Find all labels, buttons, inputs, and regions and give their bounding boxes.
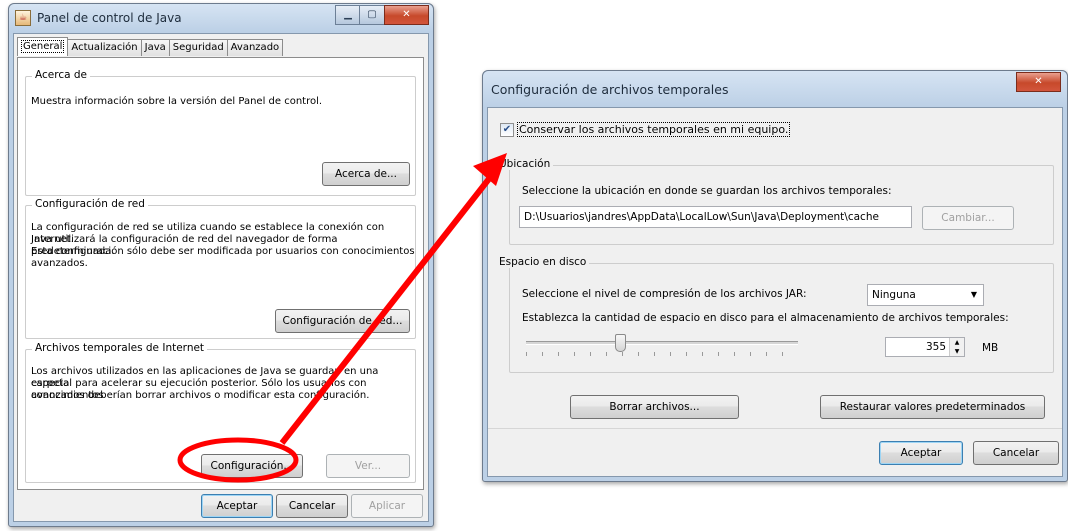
- java-icon: ☕: [15, 10, 31, 26]
- compression-value: Ninguna: [872, 289, 916, 301]
- tab-advanced[interactable]: Avanzado: [226, 39, 284, 56]
- location-label: Ubicación: [496, 158, 554, 170]
- disk-space-label: Espacio en disco: [496, 256, 590, 268]
- minimize-button[interactable]: ▁: [335, 5, 361, 25]
- ok-button[interactable]: Aceptar: [201, 494, 273, 518]
- cache-path-field[interactable]: D:\Usuarios\jandres\AppData\LocalLow\Sun…: [519, 206, 912, 228]
- tab-security[interactable]: Seguridad: [168, 39, 228, 56]
- settings-client: ✔ Conservar los archivos temporales en m…: [487, 107, 1063, 477]
- maximize-button[interactable]: ▢: [359, 5, 385, 25]
- location-description: Seleccione la ubicación en donde se guar…: [522, 185, 892, 197]
- tab-general[interactable]: General: [17, 37, 69, 56]
- network-settings-button[interactable]: Configuración de red...: [275, 309, 410, 333]
- keep-files-checkbox[interactable]: ✔: [500, 123, 514, 137]
- settings-close-button[interactable]: ✕: [1016, 72, 1061, 92]
- about-button[interactable]: Acerca de...: [322, 162, 410, 186]
- disk-space-group: Espacio en disco Seleccione el nivel de …: [496, 256, 1054, 373]
- compression-select[interactable]: Ninguna ▼: [867, 284, 984, 306]
- cancel-button[interactable]: Cancelar: [276, 494, 348, 518]
- compression-description: Seleccione el nivel de compresión de los…: [522, 288, 807, 300]
- about-group: Acerca de Muestra información sobre la v…: [25, 69, 416, 196]
- java-control-panel-window: ☕ Panel de control de Java ▁ ▢ ✕ General…: [8, 3, 434, 527]
- network-group: Configuración de red La configuración de…: [25, 198, 416, 339]
- spinner-down-icon[interactable]: ▼: [949, 347, 964, 356]
- about-group-label: Acerca de: [32, 69, 90, 81]
- close-button[interactable]: ✕: [384, 5, 429, 25]
- delete-files-button[interactable]: Borrar archivos...: [570, 395, 739, 419]
- view-button[interactable]: Ver...: [326, 454, 410, 478]
- chevron-down-icon: ▼: [970, 290, 977, 299]
- tab-java[interactable]: Java: [140, 39, 170, 56]
- window-title: Panel de control de Java: [37, 11, 182, 25]
- title-bar[interactable]: ☕ Panel de control de Java ▁ ▢ ✕: [9, 4, 433, 32]
- disk-space-value: 355: [925, 341, 946, 353]
- tab-strip: General Actualización Java Seguridad Ava…: [17, 37, 284, 57]
- disk-space-unit: MB: [982, 342, 999, 354]
- slider-track: [526, 341, 798, 345]
- settings-cancel-button[interactable]: Cancelar: [973, 441, 1059, 465]
- location-group: Ubicación Seleccione la ubicación en don…: [496, 158, 1054, 245]
- space-description: Establezca la cantidad de espacio en dis…: [522, 312, 1009, 324]
- about-description: Muestra información sobre la versión del…: [31, 96, 323, 107]
- disk-space-slider[interactable]: [526, 334, 798, 358]
- slider-thumb[interactable]: [615, 334, 626, 352]
- network-text-3: Esta configuración sólo debe ser modific…: [31, 246, 415, 257]
- window-client: General Actualización Java Seguridad Ava…: [13, 33, 429, 522]
- slider-ticks: [526, 352, 798, 356]
- tab-update[interactable]: Actualización: [67, 39, 142, 56]
- temp-files-group: Archivos temporales de Internet Los arch…: [25, 342, 416, 483]
- settings-title-bar[interactable]: Configuración de archivos temporales ✕: [483, 71, 1067, 107]
- general-tab-panel: Acerca de Muestra información sobre la v…: [17, 57, 424, 490]
- network-group-label: Configuración de red: [32, 198, 148, 210]
- settings-ok-button[interactable]: Aceptar: [879, 441, 963, 465]
- restore-defaults-button[interactable]: Restaurar valores predeterminados: [820, 395, 1045, 419]
- footer-separator: [488, 428, 1062, 429]
- spinner-up-icon[interactable]: ▲: [949, 338, 964, 347]
- disk-space-spinner[interactable]: 355 ▲ ▼: [885, 337, 965, 357]
- apply-button[interactable]: Aplicar: [351, 494, 423, 518]
- keep-files-label[interactable]: Conservar los archivos temporales en mi …: [517, 122, 791, 137]
- settings-window-title: Configuración de archivos temporales: [491, 82, 729, 97]
- network-text-4: avanzados.: [31, 258, 88, 269]
- change-location-button[interactable]: Cambiar...: [922, 206, 1014, 230]
- temp-files-group-label: Archivos temporales de Internet: [32, 342, 208, 354]
- temp-settings-button[interactable]: Configuración...: [201, 454, 303, 478]
- temp-text-3: avanzados deberían borrar archivos o mod…: [31, 390, 370, 401]
- temp-files-settings-window: Configuración de archivos temporales ✕ ✔…: [482, 70, 1068, 482]
